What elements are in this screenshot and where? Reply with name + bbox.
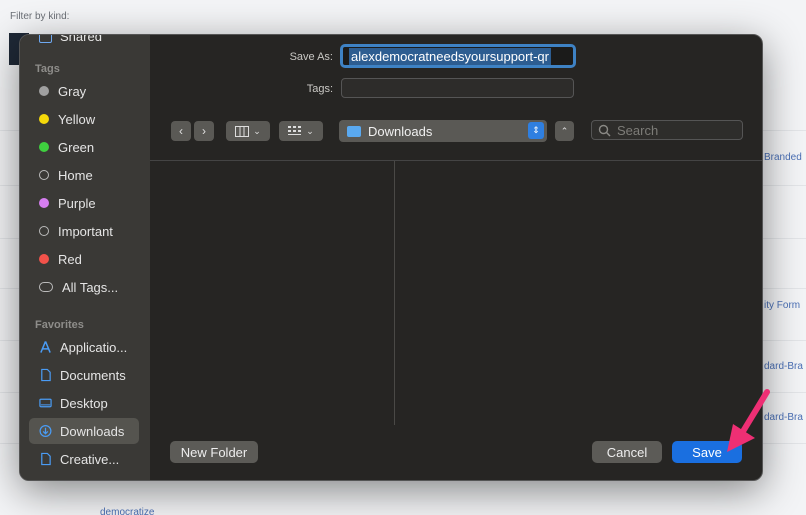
sidebar-item-downloads[interactable]: Downloads: [29, 418, 139, 444]
sidebar-item-label: Gray: [58, 83, 87, 99]
tags-section-header: Tags: [35, 63, 60, 75]
sidebar: Shared Tags Gray Yellow Green Home Purpl…: [20, 35, 150, 480]
downloads-icon: [39, 425, 52, 437]
sidebar-item-label: Home: [58, 167, 93, 183]
location-label: Downloads: [368, 123, 433, 139]
sidebar-item-label: Creative...: [60, 451, 120, 467]
background-link[interactable]: dard-Bra: [764, 361, 803, 372]
sidebar-tag-important[interactable]: Important: [29, 218, 139, 244]
document-icon: [41, 368, 51, 382]
tags-input[interactable]: [341, 78, 574, 98]
tag-dot-icon: [39, 226, 49, 236]
folder-icon: [347, 125, 361, 137]
tags-label: Tags:: [306, 83, 333, 95]
file-browser[interactable]: [150, 160, 762, 425]
sidebar-item-label: Green: [58, 139, 95, 155]
search-field[interactable]: Search: [591, 120, 743, 140]
sidebar-item-label: Red: [58, 251, 82, 267]
up-down-chevron-icon: ⇕: [528, 122, 544, 139]
desktop-icon: [39, 398, 52, 408]
tag-dot-icon: [39, 86, 49, 96]
sidebar-item-label: Desktop: [60, 395, 108, 411]
column-divider[interactable]: [394, 161, 395, 425]
forward-button[interactable]: ›: [194, 121, 214, 141]
filename-text: alexdemocratneedsyoursupport-qr: [349, 47, 551, 65]
search-placeholder: Search: [617, 122, 659, 138]
chevron-down-icon: ⌄: [306, 125, 314, 136]
cancel-button[interactable]: Cancel: [592, 441, 662, 463]
applications-icon: [40, 341, 51, 353]
sidebar-item-shared[interactable]: Shared: [29, 34, 139, 49]
tag-dot-icon: [39, 198, 49, 208]
sidebar-item-documents[interactable]: Documents: [29, 362, 139, 388]
favorites-section-header: Favorites: [35, 319, 84, 331]
sidebar-item-label: Documents: [60, 367, 126, 383]
background-link[interactable]: democratize: [100, 507, 154, 515]
save-as-label: Save As:: [289, 51, 333, 63]
sidebar-item-label: All Tags...: [62, 279, 119, 295]
tag-dot-icon: [39, 114, 49, 124]
background-link[interactable]: ity Form: [764, 300, 800, 311]
chevron-up-icon: ⌃: [560, 125, 569, 136]
columns-icon: [235, 125, 250, 137]
grid-icon: [288, 126, 302, 135]
sidebar-all-tags[interactable]: All Tags...: [29, 274, 139, 300]
sidebar-item-desktop[interactable]: Desktop: [29, 390, 139, 416]
sidebar-item-label: Shared: [60, 34, 102, 44]
filter-label: Filter by kind:: [10, 11, 70, 22]
sidebar-item-label: Downloads: [60, 423, 125, 439]
sidebar-item-creative[interactable]: Creative...: [29, 446, 139, 472]
sidebar-tag-green[interactable]: Green: [29, 134, 139, 160]
group-view-button[interactable]: ⌄: [279, 121, 323, 141]
tag-dot-icon: [39, 142, 49, 152]
sidebar-tag-purple[interactable]: Purple: [29, 190, 139, 216]
annotation-arrow-icon: [727, 389, 770, 452]
save-dialog: Shared Tags Gray Yellow Green Home Purpl…: [19, 34, 763, 481]
column-view-button[interactable]: ⌄: [226, 121, 270, 141]
search-icon: [598, 124, 611, 136]
sidebar-tag-red[interactable]: Red: [29, 246, 139, 272]
folder-icon: [39, 35, 52, 43]
sidebar-item-label: Applicatio...: [60, 339, 128, 355]
chevron-left-icon: ‹: [179, 124, 183, 138]
background-link[interactable]: Branded: [764, 152, 802, 163]
collapse-button[interactable]: ⌃: [555, 121, 574, 141]
sidebar-tag-gray[interactable]: Gray: [29, 78, 139, 104]
all-tags-icon: [39, 282, 53, 292]
tag-dot-icon: [39, 254, 49, 264]
sidebar-item-label: Yellow: [58, 111, 96, 127]
back-button[interactable]: ‹: [171, 121, 191, 141]
sidebar-item-label: Purple: [58, 195, 96, 211]
dialog-main: Save As: alexdemocratneedsyoursupport-qr…: [150, 35, 762, 480]
chevron-down-icon: ⌄: [253, 125, 261, 136]
filename-input[interactable]: alexdemocratneedsyoursupport-qr: [340, 44, 576, 68]
sidebar-tag-home[interactable]: Home: [29, 162, 139, 188]
location-popup[interactable]: Downloads ⇕: [339, 120, 547, 142]
new-folder-button[interactable]: New Folder: [170, 441, 258, 463]
tag-dot-icon: [39, 170, 49, 180]
document-icon: [41, 452, 51, 466]
sidebar-item-applications[interactable]: Applicatio...: [29, 334, 139, 360]
sidebar-item-label: Important: [58, 223, 113, 239]
sidebar-tag-yellow[interactable]: Yellow: [29, 106, 139, 132]
chevron-right-icon: ›: [202, 124, 206, 138]
